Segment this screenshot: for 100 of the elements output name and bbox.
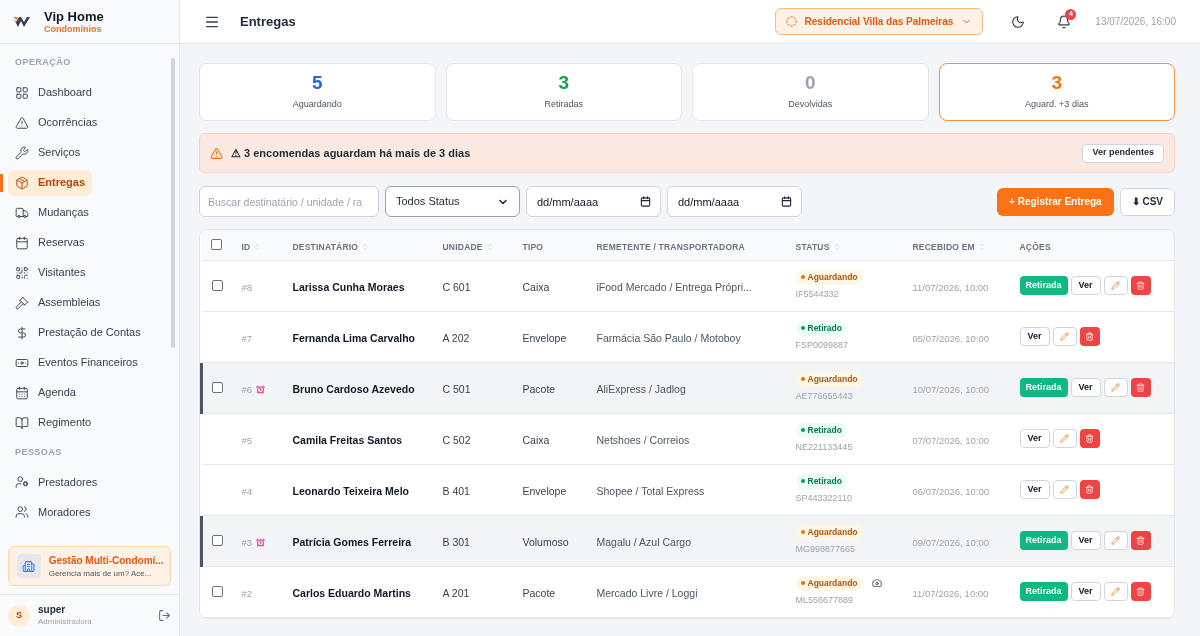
column-header[interactable]: ID bbox=[241, 240, 262, 254]
nav-item[interactable]: Mudanças bbox=[8, 199, 96, 226]
loading-icon bbox=[785, 16, 797, 27]
view-button[interactable]: Ver bbox=[1070, 276, 1101, 295]
sender-carrier: AliExpress / Jadlog bbox=[596, 382, 686, 395]
trash-icon bbox=[1136, 536, 1146, 545]
building-icon bbox=[22, 559, 36, 573]
status-badge: Aguardando bbox=[795, 575, 863, 591]
received-date: 05/07/2026, 10:00 bbox=[912, 332, 990, 344]
nav-item[interactable]: Regimento bbox=[8, 409, 99, 436]
brand-subtitle: Condomínios bbox=[44, 24, 103, 34]
moon-icon[interactable] bbox=[1011, 14, 1026, 29]
sender-carrier: iFood Mercado / Entrega Própri... bbox=[596, 280, 752, 293]
tracking-code: MG998877665 bbox=[795, 542, 856, 556]
view-button[interactable]: Ver bbox=[1019, 327, 1050, 346]
tracking-code: IF5544332 bbox=[795, 287, 839, 301]
delete-button[interactable] bbox=[1130, 582, 1151, 601]
status-badge: Retirado bbox=[795, 320, 847, 336]
recipient-name: Leonardo Teixeira Melo bbox=[292, 484, 409, 497]
calendar-icon[interactable] bbox=[781, 196, 792, 207]
row-checkbox[interactable] bbox=[212, 382, 223, 393]
bell-icon[interactable] bbox=[1057, 14, 1072, 29]
users-icon bbox=[15, 505, 29, 519]
date-field[interactable]: dd/mm/aaaa bbox=[667, 186, 802, 217]
row-checkbox[interactable] bbox=[212, 280, 223, 291]
stat-card[interactable]: 3 Aguard. +3 dias bbox=[938, 63, 1175, 121]
recipient-name: Bruno Cardoso Azevedo bbox=[292, 382, 415, 395]
date-field[interactable]: dd/mm/aaaa bbox=[526, 186, 661, 217]
nav-item[interactable]: Eventos Financeiros bbox=[8, 349, 145, 376]
delete-button[interactable] bbox=[1130, 378, 1151, 397]
status-badge: Aguardando bbox=[795, 371, 863, 387]
trash-icon bbox=[1085, 332, 1094, 341]
nav-item[interactable]: Prestadores bbox=[8, 469, 105, 495]
calendar-icon[interactable] bbox=[640, 196, 651, 207]
pencil-icon bbox=[1060, 332, 1069, 341]
recipient-name: Camila Freitas Santos bbox=[292, 433, 403, 446]
trash-icon bbox=[1136, 281, 1146, 290]
recipient-name: Fernanda Lima Carvalho bbox=[292, 331, 416, 344]
stat-label: Devolvidas bbox=[788, 97, 833, 111]
nav-item[interactable]: Prestação de Contas bbox=[8, 319, 148, 346]
select-all-checkbox[interactable] bbox=[210, 238, 222, 250]
column-header[interactable]: RECEBIDO EM bbox=[912, 240, 986, 254]
stat-card[interactable]: 3 Retiradas bbox=[445, 63, 682, 121]
stat-value: 5 bbox=[311, 72, 323, 92]
column-header[interactable]: STATUS bbox=[795, 240, 841, 254]
stat-label: Aguardando bbox=[292, 97, 342, 111]
delete-button[interactable] bbox=[1130, 531, 1151, 550]
alert-text: ⚠ 3 encomendas aguardam há mais de 3 dias bbox=[231, 145, 472, 161]
received-date: 06/07/2026, 10:00 bbox=[912, 485, 990, 497]
row-checkbox[interactable] bbox=[212, 586, 223, 597]
column-header: REMETENTE / TRANSPORTADORA bbox=[596, 240, 745, 254]
section-title: PESSOAS bbox=[14, 445, 63, 459]
stat-card[interactable]: 0 Devolvidas bbox=[692, 63, 929, 121]
nav-item[interactable]: Serviços bbox=[8, 139, 88, 166]
sender-carrier: Netshoes / Correios bbox=[596, 433, 690, 446]
delete-button[interactable] bbox=[1079, 429, 1100, 448]
delivery-id: #8 bbox=[241, 280, 253, 295]
delete-button[interactable] bbox=[1130, 276, 1151, 295]
package-type: Envelope bbox=[522, 484, 567, 497]
delete-button[interactable] bbox=[1079, 327, 1100, 346]
tracking-code: NE221133445 bbox=[795, 440, 853, 454]
status-select[interactable]: Todos Status bbox=[385, 186, 520, 217]
view-button[interactable]: Ver bbox=[1019, 429, 1050, 448]
nav-item[interactable]: Assembleias bbox=[8, 289, 108, 316]
column-header[interactable]: UNIDADE bbox=[442, 240, 494, 254]
csv-button[interactable]: ⬇ CSV bbox=[1119, 187, 1175, 216]
camera-icon bbox=[871, 578, 882, 589]
nav-item[interactable]: Moradores bbox=[8, 499, 98, 525]
view-button[interactable]: Ver bbox=[1070, 378, 1101, 397]
logout-icon[interactable] bbox=[158, 609, 171, 622]
row-checkbox[interactable] bbox=[212, 535, 223, 546]
unit-cell: B 301 bbox=[442, 535, 470, 548]
column-header[interactable]: DESTINATÁRIO bbox=[292, 240, 370, 254]
nav-item[interactable]: Dashboard bbox=[8, 79, 99, 106]
dollar-icon bbox=[15, 325, 29, 340]
delivery-id: #5 bbox=[241, 433, 253, 448]
nav-item[interactable]: Ocorrências bbox=[8, 109, 105, 136]
view-button[interactable]: Ver bbox=[1019, 480, 1050, 499]
nav-item[interactable]: Reservas bbox=[8, 229, 92, 256]
search-field[interactable]: Buscar destinatário / unidade / ra bbox=[199, 186, 379, 217]
pencil-icon bbox=[1060, 485, 1069, 494]
delete-button[interactable] bbox=[1079, 480, 1100, 499]
view-button[interactable]: Ver bbox=[1070, 582, 1101, 601]
unit-cell: B 401 bbox=[442, 484, 470, 497]
promo-card[interactable]: Gestão Multi-Condomí... Gerencia mais de um? Ace... bbox=[8, 546, 171, 586]
nav-item[interactable]: Agenda bbox=[8, 379, 83, 406]
stat-card[interactable]: 5 Aguardando bbox=[199, 63, 436, 121]
package-type: Pacote bbox=[522, 382, 556, 395]
current-datetime: 13/07/2026, 16:00 bbox=[1095, 15, 1176, 29]
stat-value: 3 bbox=[558, 72, 570, 92]
received-date: 11/07/2026, 10:00 bbox=[912, 281, 989, 293]
view-pending-button[interactable]: Ver pendentes bbox=[1082, 143, 1164, 163]
tracking-code: SP443322110 bbox=[795, 491, 852, 505]
view-button[interactable]: Ver bbox=[1070, 531, 1101, 550]
user-role: Administradora bbox=[38, 616, 93, 627]
qr-code-icon bbox=[15, 265, 29, 280]
nav-item[interactable]: Entregas bbox=[8, 169, 93, 196]
nav-item[interactable]: Visitantes bbox=[8, 259, 93, 286]
unit-cell: C 501 bbox=[442, 382, 471, 395]
user-name: super bbox=[38, 604, 67, 617]
